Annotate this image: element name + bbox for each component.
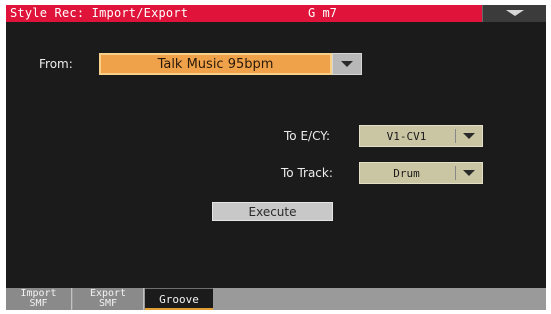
from-label: From:: [39, 57, 73, 71]
to-track-select[interactable]: Drum: [359, 162, 483, 184]
to-track-value: Drum: [393, 166, 420, 180]
chevron-down-icon: [506, 10, 524, 16]
to-track-label: To Track:: [281, 166, 333, 180]
from-dropdown-button[interactable]: [332, 53, 362, 75]
dropdown-arrow-icon: [463, 170, 475, 176]
to-ecy-select[interactable]: V1-CV1: [359, 125, 483, 147]
from-style-field[interactable]: Talk Music 95bpm: [99, 53, 332, 75]
tab-groove[interactable]: Groove: [145, 288, 213, 310]
combo-separator: [455, 129, 456, 143]
display-screen: Style Rec: Import/Export G m7 From: Talk…: [6, 5, 546, 310]
to-ecy-label: To E/CY:: [284, 129, 331, 143]
tab-bar: Import SMF Export SMF Groove: [6, 288, 546, 310]
title-bar: Style Rec: Import/Export G m7: [6, 5, 482, 22]
tab-label-line1: Groove: [159, 293, 199, 306]
chord-indicator: G m7: [308, 6, 337, 20]
dropdown-arrow-icon: [463, 133, 475, 139]
execute-button[interactable]: Execute: [212, 202, 333, 221]
device-frame: Style Rec: Import/Export G m7 From: Talk…: [0, 0, 551, 314]
tab-label-line2: SMF: [29, 298, 48, 309]
dropdown-arrow-icon: [341, 61, 353, 67]
tab-label-line2: SMF: [98, 298, 118, 309]
combo-separator: [455, 166, 456, 180]
tab-export-smf[interactable]: Export SMF: [73, 288, 144, 310]
tab-import-smf[interactable]: Import SMF: [6, 288, 72, 310]
page-menu-button[interactable]: [482, 5, 546, 22]
to-ecy-value: V1-CV1: [386, 129, 427, 143]
page-title: Style Rec: Import/Export: [10, 6, 189, 20]
active-tab-indicator: [145, 308, 213, 310]
